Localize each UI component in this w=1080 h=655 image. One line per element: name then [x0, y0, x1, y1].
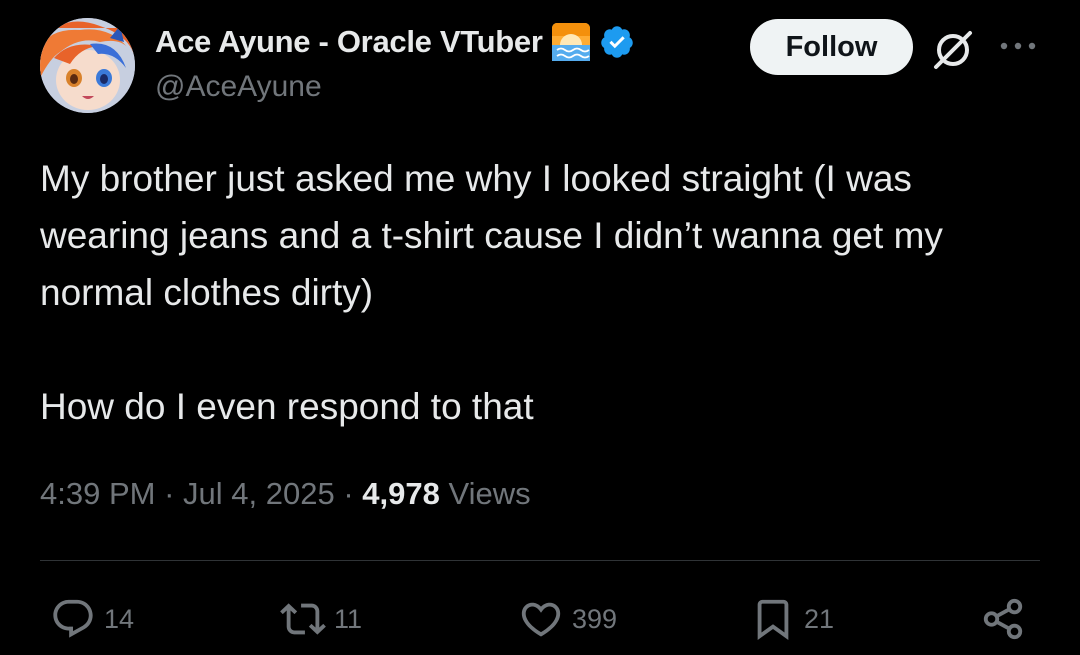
- divider: [40, 560, 1040, 561]
- avatar-image: [40, 18, 135, 113]
- meta-separator: ·: [164, 476, 175, 511]
- like-button[interactable]: 399: [518, 596, 617, 642]
- follow-button[interactable]: Follow: [750, 19, 913, 75]
- sunrise-icon: [551, 22, 591, 62]
- bookmark-count: 21: [804, 603, 835, 634]
- repost-button[interactable]: 11: [280, 596, 362, 642]
- repost-icon: [280, 603, 326, 635]
- verified-icon[interactable]: [599, 24, 635, 60]
- tweet-paragraph: My brother just asked me why I looked st…: [40, 158, 943, 313]
- reply-icon: [53, 599, 93, 638]
- tweet-time[interactable]: 4:39 PM: [40, 476, 155, 511]
- bookmark-icon: [757, 599, 789, 640]
- tweet-paragraph: How do I even respond to that: [40, 386, 534, 427]
- views-label: Views: [448, 476, 531, 511]
- display-name[interactable]: Ace Ayune - Oracle VTuber: [155, 24, 543, 60]
- heart-icon: [521, 602, 561, 637]
- meta-separator: ·: [343, 476, 354, 511]
- views-count: 4,978: [362, 476, 440, 511]
- share-icon: [983, 598, 1023, 640]
- like-count: 399: [572, 603, 618, 634]
- reply-count: 14: [104, 603, 135, 634]
- bookmark-button[interactable]: 21: [750, 596, 834, 642]
- tweet-date[interactable]: Jul 4, 2025: [183, 476, 335, 511]
- tweet-meta: 4:39 PM · Jul 4, 2025 · 4,978 Views: [40, 476, 531, 512]
- author-avatar[interactable]: [40, 18, 135, 113]
- repost-count: 11: [334, 603, 363, 634]
- more-icon[interactable]: [996, 38, 1040, 54]
- author-name-row[interactable]: Ace Ayune - Oracle VTuber: [155, 20, 635, 64]
- tweet-text: My brother just asked me why I looked st…: [40, 150, 1040, 435]
- author-handle[interactable]: @AceAyune: [155, 70, 322, 104]
- share-button[interactable]: [980, 596, 1026, 642]
- reply-button[interactable]: 14: [50, 596, 134, 642]
- grok-icon[interactable]: [930, 27, 976, 73]
